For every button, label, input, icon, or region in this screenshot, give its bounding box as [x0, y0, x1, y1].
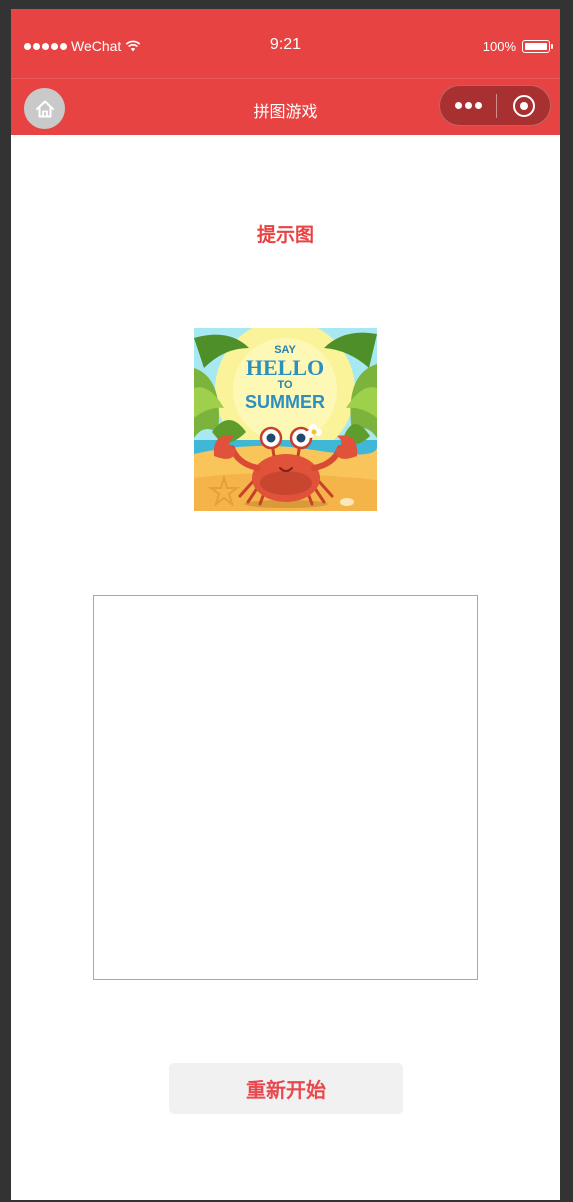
- battery-icon: [522, 40, 553, 53]
- hint-image-text-3: TO: [277, 379, 293, 391]
- hint-title: 提示图: [256, 225, 314, 246]
- summer-crab-illustration: SAY HELLO TO SUMMER: [194, 328, 377, 511]
- hint-image-text-2: HELLO: [246, 355, 324, 380]
- nav-bar: 拼图游戏: [11, 78, 560, 135]
- status-bar: WeChat 9:21 100%: [11, 9, 560, 78]
- restart-button[interactable]: 重新开始: [169, 1063, 403, 1114]
- more-dots-icon: [454, 102, 462, 109]
- status-time: 9:21: [269, 36, 302, 53]
- battery-fill: [525, 43, 547, 50]
- phone-screen: WeChat 9:21 100% 拼图游戏 提示图 SAY HELLO TO S…: [11, 9, 560, 1200]
- status-right: 100%: [482, 39, 553, 54]
- battery-percent: 100%: [482, 39, 516, 54]
- target-close-icon: [512, 94, 535, 117]
- hint-image: SAY HELLO TO SUMMER: [194, 328, 377, 511]
- more-button[interactable]: [440, 86, 496, 125]
- hint-image-text-4: SUMMER: [245, 392, 325, 412]
- capsule-menu: [439, 85, 551, 126]
- close-miniprogram-button[interactable]: [497, 86, 550, 125]
- puzzle-board[interactable]: [93, 595, 478, 980]
